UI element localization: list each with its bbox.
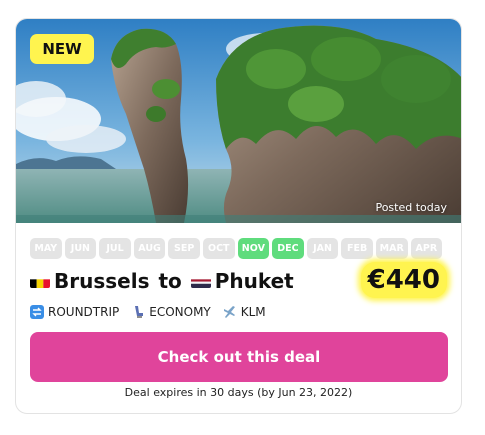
- route-title: Brussels to Phuket: [30, 269, 294, 293]
- month-feb: FEB: [341, 238, 373, 259]
- belgium-flag-icon: [30, 274, 50, 288]
- deal-expiry: Deal expires in 30 days (by Jun 23, 2022…: [124, 386, 353, 399]
- deal-meta: ROUNDTRIP ECONOMY KLM: [30, 305, 266, 319]
- month-dec: DEC: [272, 238, 304, 259]
- month-mar: MAR: [375, 238, 408, 259]
- month-oct: OCT: [202, 238, 235, 259]
- deal-card[interactable]: NEW Posted today MAY JUN JUL AUG SEP OCT…: [15, 18, 462, 414]
- month-jul: JUL: [99, 238, 131, 259]
- posted-timestamp: Posted today: [375, 201, 447, 214]
- travel-months: MAY JUN JUL AUG SEP OCT NOV DEC JAN FEB …: [30, 238, 443, 259]
- month-sep: SEP: [168, 238, 200, 259]
- airline: KLM: [223, 305, 266, 319]
- check-out-deal-button[interactable]: Check out this deal: [30, 332, 448, 382]
- new-badge: NEW: [30, 34, 94, 64]
- month-nov: NOV: [237, 238, 270, 259]
- roundtrip-icon: [30, 305, 44, 319]
- airline-label: KLM: [240, 305, 266, 319]
- seat-icon: [131, 305, 145, 319]
- destination-city: Phuket: [214, 269, 294, 293]
- airplane-icon: [223, 305, 237, 319]
- price-badge: €440: [360, 262, 447, 298]
- month-aug: AUG: [133, 238, 166, 259]
- trip-type-label: ROUNDTRIP: [48, 305, 120, 319]
- cabin-label: ECONOMY: [149, 305, 211, 319]
- thailand-flag-icon: [190, 274, 211, 288]
- month-jun: JUN: [64, 238, 97, 259]
- route-connector: to: [151, 269, 189, 293]
- month-jan: JAN: [306, 238, 339, 259]
- origin-city: Brussels: [54, 269, 150, 293]
- month-apr: APR: [410, 238, 443, 259]
- trip-type: ROUNDTRIP: [30, 305, 119, 319]
- cabin-class: ECONOMY: [131, 305, 211, 319]
- month-may: MAY: [30, 238, 62, 259]
- deal-photo[interactable]: NEW Posted today: [16, 19, 461, 223]
